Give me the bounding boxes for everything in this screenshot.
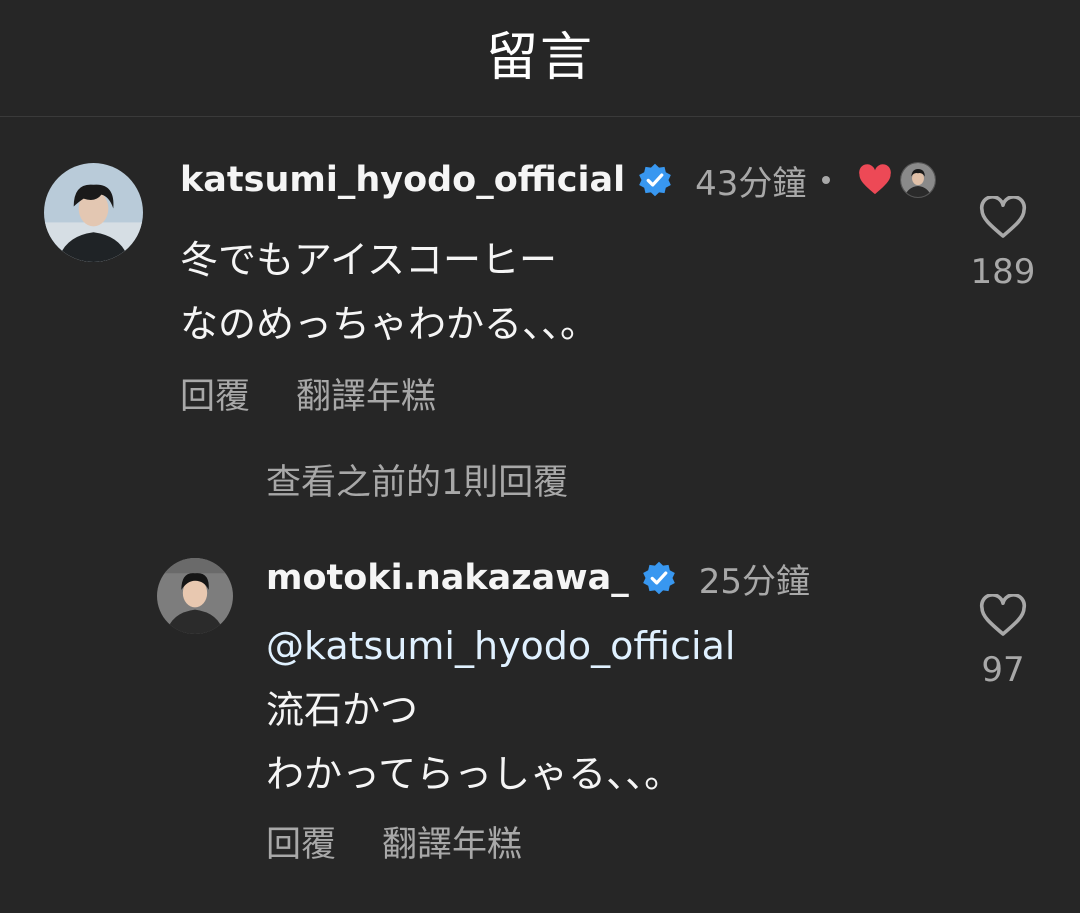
mention-link[interactable]: @katsumi_hyodo_official [266,614,735,678]
like-control: 189 [953,196,1053,292]
like-heart-icon[interactable] [979,196,1027,240]
avatar[interactable] [157,558,233,634]
comment-line: なのめっちゃわかる、、。 [180,302,599,346]
reply-button[interactable]: 回覆 [266,816,336,867]
reply-line: わかってらっしゃる、、。 [266,752,683,796]
reply-line: 流石かつ [266,688,419,732]
creator-liked-heart-icon [858,164,892,196]
verified-badge-icon [637,162,673,198]
translate-button[interactable]: 翻譯年糕 [296,368,436,419]
username[interactable]: katsumi_hyodo_official [180,160,625,200]
like-control: 97 [953,594,1053,690]
page-title: 留言 [485,27,594,88]
reply-header: motoki.nakazawa_ 25分鐘 [266,554,810,602]
view-previous-replies[interactable]: 查看之前的1則回覆 [266,454,568,505]
reply-actions: 回覆 翻譯年糕 [266,816,568,867]
username[interactable]: motoki.nakazawa_ [266,558,629,598]
separator-dot [822,176,831,184]
comment-actions: 回覆 翻譯年糕 [180,368,482,419]
verified-badge-icon [641,560,677,596]
avatar[interactable] [44,163,143,262]
like-count: 189 [970,252,1036,292]
timestamp: 25分鐘 [698,561,810,602]
translate-button[interactable]: 翻譯年糕 [382,816,522,867]
header: 留言 [0,0,1080,117]
like-heart-icon[interactable] [979,594,1027,638]
like-count: 97 [981,650,1025,690]
comment-header: katsumi_hyodo_official 43分鐘 [180,156,937,204]
reply-text: @katsumi_hyodo_official 流石かつわかってらっしゃる、、。 [266,614,735,806]
reply-button[interactable]: 回覆 [180,368,250,419]
timestamp: 43分鐘 [695,163,807,204]
comment-line: 冬でもアイスコーヒー [180,238,557,282]
comment-text: 冬でもアイスコーヒー なのめっちゃわかる、、。 [180,228,598,356]
creator-avatar [900,162,937,198]
